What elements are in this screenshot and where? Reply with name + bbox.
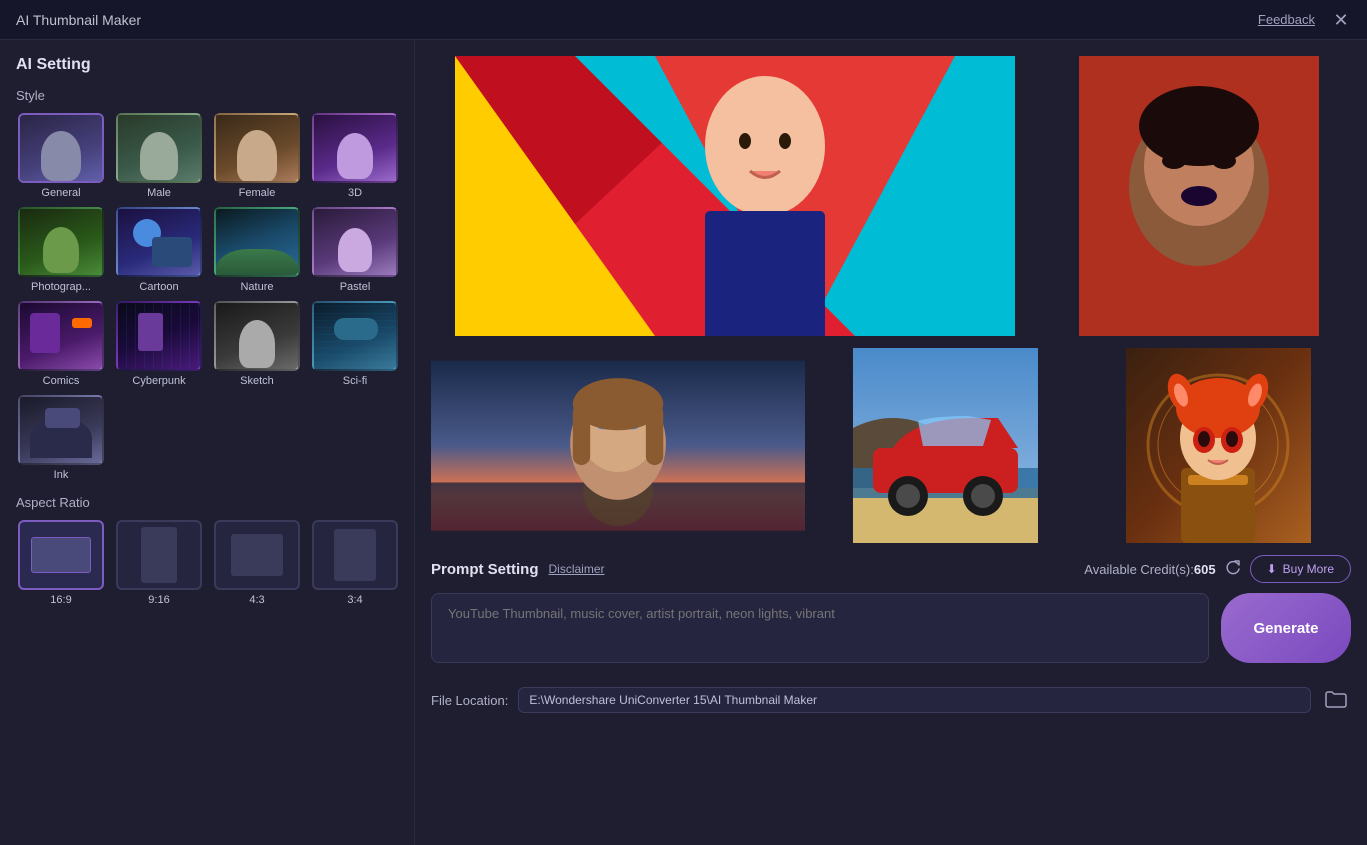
aspect-item-3-4[interactable]: 3:4 xyxy=(310,520,400,606)
aspect-name-16-9: 16:9 xyxy=(50,594,71,606)
prompt-header: Prompt Setting Disclaimer Available Cred… xyxy=(431,555,1351,583)
style-thumb-scifi xyxy=(312,301,398,371)
credits-value: 605 xyxy=(1194,562,1216,577)
style-name-nature: Nature xyxy=(240,281,273,293)
style-name-cartoon: Cartoon xyxy=(139,281,178,293)
thumbnail-5 xyxy=(1086,348,1351,543)
content-area: Prompt Setting Disclaimer Available Cred… xyxy=(415,40,1367,845)
style-item-nature[interactable]: Nature xyxy=(212,207,302,293)
style-item-ink[interactable]: Ink xyxy=(16,395,106,481)
style-thumb-cyberpunk xyxy=(116,301,202,371)
style-name-comics: Comics xyxy=(43,375,80,387)
style-item-general[interactable]: General xyxy=(16,113,106,199)
style-thumb-3d xyxy=(312,113,398,183)
style-thumb-comics xyxy=(18,301,104,371)
credits-label: Available Credit(s):605 xyxy=(1084,562,1215,577)
aspect-name-3-4: 3:4 xyxy=(347,594,362,606)
style-name-photography: Photograp... xyxy=(31,281,91,293)
prompt-section: Prompt Setting Disclaimer Available Cred… xyxy=(431,555,1351,663)
titlebar: AI Thumbnail Maker Feedback ✕ xyxy=(0,0,1367,40)
thumbnail-1 xyxy=(431,56,1039,336)
aspect-item-9-16[interactable]: 9:16 xyxy=(114,520,204,606)
thumbnail-row-bottom xyxy=(431,348,1351,543)
close-button[interactable]: ✕ xyxy=(1331,10,1351,30)
style-thumb-sketch xyxy=(214,301,300,371)
style-grid: General Male Femal xyxy=(16,113,398,481)
credits-area: Available Credit(s):605 ⬇ Buy More xyxy=(1084,555,1351,583)
style-thumb-cartoon xyxy=(116,207,202,277)
style-item-pastel[interactable]: Pastel xyxy=(310,207,400,293)
style-item-3d[interactable]: 3D xyxy=(310,113,400,199)
thumbnail-4-img xyxy=(813,348,1078,543)
aspect-thumb-9-16 xyxy=(116,520,202,590)
prompt-title: Prompt Setting xyxy=(431,561,539,578)
style-name-female: Female xyxy=(239,187,276,199)
app-title: AI Thumbnail Maker xyxy=(16,12,141,28)
prompt-title-area: Prompt Setting Disclaimer xyxy=(431,561,605,578)
aspect-name-4-3: 4:3 xyxy=(249,594,264,606)
style-name-pastel: Pastel xyxy=(340,281,371,293)
style-item-photography[interactable]: Photograp... xyxy=(16,207,106,293)
thumbnail-3 xyxy=(431,348,805,543)
style-thumb-female xyxy=(214,113,300,183)
aspect-name-9-16: 9:16 xyxy=(148,594,169,606)
aspect-thumb-16-9 xyxy=(18,520,104,590)
style-thumb-pastel xyxy=(312,207,398,277)
style-item-male[interactable]: Male xyxy=(114,113,204,199)
style-item-female[interactable]: Female xyxy=(212,113,302,199)
aspect-item-16-9[interactable]: 16:9 xyxy=(16,520,106,606)
prompt-input-row: Generate xyxy=(431,593,1351,663)
buy-more-icon: ⬇ xyxy=(1267,562,1277,576)
style-name-scifi: Sci-fi xyxy=(343,375,367,387)
main-area: AI Setting Style General xyxy=(0,40,1367,845)
style-thumb-nature xyxy=(214,207,300,277)
feedback-link[interactable]: Feedback xyxy=(1258,12,1315,27)
style-thumb-photography xyxy=(18,207,104,277)
aspect-ratio-label: Aspect Ratio xyxy=(16,495,398,510)
style-item-cartoon[interactable]: Cartoon xyxy=(114,207,204,293)
style-name-sketch: Sketch xyxy=(240,375,274,387)
main-window: AI Thumbnail Maker Feedback ✕ AI Setting… xyxy=(0,0,1367,845)
style-name-cyberpunk: Cyberpunk xyxy=(132,375,185,387)
style-name-3d: 3D xyxy=(348,187,362,199)
thumbnail-5-img xyxy=(1086,348,1351,543)
thumbnail-2 xyxy=(1047,56,1351,336)
style-item-comics[interactable]: Comics xyxy=(16,301,106,387)
file-location-label: File Location: xyxy=(431,693,508,708)
file-location-select[interactable]: E:\Wondershare UniConverter 15\AI Thumbn… xyxy=(518,687,1311,713)
style-label: Style xyxy=(16,88,398,103)
refresh-icon[interactable] xyxy=(1224,560,1242,578)
aspect-thumb-3-4 xyxy=(312,520,398,590)
aspect-item-4-3[interactable]: 4:3 xyxy=(212,520,302,606)
style-thumb-ink xyxy=(18,395,104,465)
aspect-thumb-4-3 xyxy=(214,520,300,590)
ai-setting-heading: AI Setting xyxy=(16,56,398,74)
style-name-male: Male xyxy=(147,187,171,199)
style-thumb-male xyxy=(116,113,202,183)
generate-button[interactable]: Generate xyxy=(1221,593,1351,663)
style-item-sketch[interactable]: Sketch xyxy=(212,301,302,387)
style-item-scifi[interactable]: Sci-fi xyxy=(310,301,400,387)
folder-open-button[interactable] xyxy=(1321,685,1351,715)
buy-more-button[interactable]: ⬇ Buy More xyxy=(1250,555,1351,583)
thumbnail-4 xyxy=(813,348,1078,543)
aspect-ratio-grid: 16:9 9:16 4:3 xyxy=(16,520,398,606)
style-name-ink: Ink xyxy=(54,469,69,481)
thumbnail-2-img xyxy=(1047,56,1351,336)
style-name-general: General xyxy=(41,187,80,199)
titlebar-controls: Feedback ✕ xyxy=(1258,10,1351,30)
sidebar: AI Setting Style General xyxy=(0,40,415,845)
thumbnail-row-top xyxy=(431,56,1351,336)
file-location-bar: File Location: E:\Wondershare UniConvert… xyxy=(431,685,1351,715)
prompt-textarea[interactable] xyxy=(431,593,1209,663)
thumbnail-3-img xyxy=(431,348,805,543)
style-thumb-general xyxy=(18,113,104,183)
style-item-cyberpunk[interactable]: Cyberpunk xyxy=(114,301,204,387)
thumbnail-1-img xyxy=(431,56,1039,336)
disclaimer-link[interactable]: Disclaimer xyxy=(549,562,605,576)
